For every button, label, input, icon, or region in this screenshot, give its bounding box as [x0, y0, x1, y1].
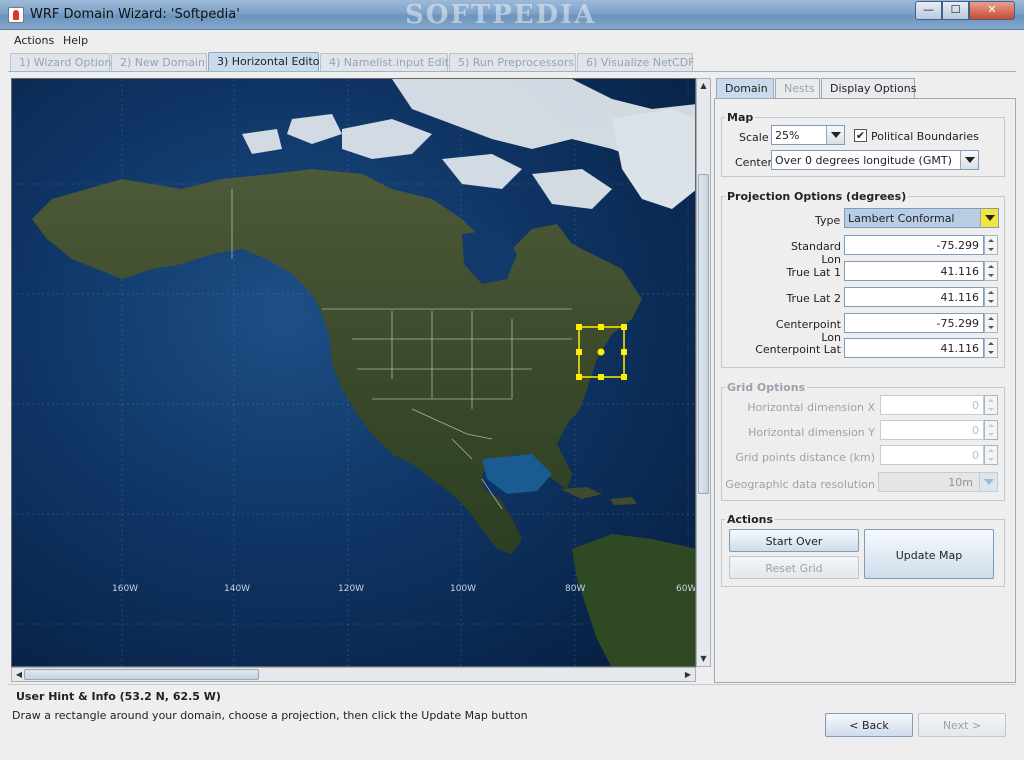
tab-divider: [8, 71, 1016, 72]
centerpoint-lat-label: Centerpoint Lat: [755, 343, 841, 356]
next-button[interactable]: Next >: [918, 713, 1006, 737]
close-button[interactable]: ✕: [969, 1, 1015, 20]
centerpoint-lon-spinner[interactable]: [984, 313, 998, 333]
map-canvas[interactable]: 160W 140W 120W 100W 80W 60W: [11, 78, 696, 667]
true-lat1-spinner[interactable]: [984, 261, 998, 281]
scroll-right-icon[interactable]: ▶: [681, 668, 695, 681]
horizontal-dim-y-field[interactable]: 0: [880, 420, 984, 440]
chevron-down-icon[interactable]: [826, 126, 844, 144]
projection-type-dropdown[interactable]: Lambert Conformal: [844, 208, 999, 228]
menu-actions[interactable]: Actions: [14, 34, 54, 47]
lon-label: 140W: [224, 584, 250, 594]
domain-options-panel: Domain Nests Display Options Map Scale 2…: [714, 78, 1016, 683]
menu-help[interactable]: Help: [63, 34, 88, 47]
tab-display-options[interactable]: Display Options: [821, 78, 917, 98]
centerpoint-lon-label: Centerpoint Lon: [775, 318, 841, 344]
horizontal-scroll-thumb[interactable]: [24, 669, 259, 680]
scroll-down-icon[interactable]: ▼: [697, 652, 710, 666]
horizontal-dim-x-spinner[interactable]: [984, 395, 998, 415]
true-lat2-field[interactable]: 41.116: [844, 287, 984, 307]
panel-body: Map Scale 25% ✔ Political Boundaries Cen…: [714, 98, 1016, 683]
menu-bar: Actions Help: [0, 31, 1024, 51]
standard-lon-spinner[interactable]: [984, 235, 998, 255]
map-vertical-scrollbar[interactable]: ▲ ▼: [696, 78, 711, 667]
back-button[interactable]: < Back: [825, 713, 913, 737]
geo-resolution-dropdown[interactable]: 10m: [878, 472, 998, 492]
true-lat1-label: True Lat 1: [786, 266, 841, 279]
lon-label: 100W: [450, 584, 476, 594]
north-america-landmass: [32, 169, 642, 554]
hint-text: Draw a rectangle around your domain, cho…: [12, 709, 528, 722]
center-dropdown[interactable]: Over 0 degrees longitude (GMT): [771, 150, 979, 170]
tab-new-domain[interactable]: 2) New Domain: [111, 53, 207, 71]
actions-group-title: Actions: [725, 513, 775, 526]
start-over-button[interactable]: Start Over: [729, 529, 859, 552]
hint-title: User Hint & Info (53.2 N, 62.5 W): [16, 690, 221, 703]
true-lat2-spinner[interactable]: [984, 287, 998, 307]
chevron-down-icon[interactable]: [960, 151, 978, 169]
reset-grid-button[interactable]: Reset Grid: [729, 556, 859, 579]
scale-label: Scale: [739, 131, 769, 144]
horizontal-dim-x-field[interactable]: 0: [880, 395, 984, 415]
true-lat1-field[interactable]: 41.116: [844, 261, 984, 281]
maximize-button[interactable]: ☐: [942, 1, 969, 20]
tab-wizard-option[interactable]: 1) Wizard Option: [10, 53, 112, 71]
world-map: 160W 140W 120W 100W 80W 60W: [12, 79, 696, 666]
tab-domain[interactable]: Domain: [716, 78, 774, 98]
centerpoint-lon-field[interactable]: -75.299: [844, 313, 984, 333]
grid-distance-field[interactable]: 0: [880, 445, 984, 465]
grid-group-title: Grid Options: [725, 381, 808, 394]
lon-label: 80W: [565, 584, 585, 594]
centerpoint-lat-spinner[interactable]: [984, 338, 998, 358]
vertical-scroll-thumb[interactable]: [698, 174, 709, 494]
update-map-button[interactable]: Update Map: [864, 529, 994, 579]
geo-resolution-label: Geographic data resolution: [725, 478, 875, 491]
type-label: Type: [815, 214, 841, 227]
tab-namelist-editor[interactable]: 4) Namelist.input Editor: [320, 53, 460, 71]
grid-distance-label: Grid points distance (km): [735, 451, 875, 464]
horizontal-dim-x-label: Horizontal dimension X: [747, 401, 875, 414]
chevron-down-icon[interactable]: [979, 473, 997, 491]
tab-visualize-netcdf[interactable]: 6) Visualize NetCDF: [577, 53, 695, 71]
grid-distance-spinner[interactable]: [984, 445, 998, 465]
centerpoint-lat-field[interactable]: 41.116: [844, 338, 984, 358]
greenland: [612, 109, 695, 209]
scale-value: 25%: [775, 129, 800, 142]
map-horizontal-scrollbar[interactable]: ◀ ▶: [11, 667, 696, 682]
bottom-divider: [8, 684, 1016, 685]
lon-label: 160W: [112, 584, 138, 594]
scale-dropdown[interactable]: 25%: [771, 125, 845, 145]
center-label: Center: [735, 156, 773, 169]
softpedia-watermark: SOFTPEDIA: [405, 0, 597, 30]
tab-nests[interactable]: Nests: [775, 78, 820, 98]
lon-label: 60W: [676, 584, 696, 594]
horizontal-dim-y-spinner[interactable]: [984, 420, 998, 440]
projection-type-value: Lambert Conformal: [848, 212, 955, 225]
horizontal-dim-y-label: Horizontal dimension Y: [748, 426, 875, 439]
title-bar: WRF Domain Wizard: 'Softpedia' SOFTPEDIA…: [0, 0, 1024, 30]
map-group-title: Map: [725, 111, 756, 124]
minimize-button[interactable]: —: [915, 1, 942, 20]
projection-group-title: Projection Options (degrees): [725, 190, 909, 203]
standard-lon-field[interactable]: -75.299: [844, 235, 984, 255]
south-america-landmass: [572, 534, 695, 666]
geo-resolution-value: 10m: [948, 476, 973, 489]
center-value: Over 0 degrees longitude (GMT): [775, 154, 952, 167]
tab-run-preprocessors[interactable]: 5) Run Preprocessors: [449, 53, 576, 71]
caribbean: [560, 487, 637, 505]
window-title: WRF Domain Wizard: 'Softpedia': [30, 7, 240, 22]
java-app-icon: [8, 7, 24, 23]
political-boundaries-label: Political Boundaries: [871, 130, 979, 143]
lon-label: 120W: [338, 584, 364, 594]
scroll-up-icon[interactable]: ▲: [697, 79, 710, 93]
political-boundaries-checkbox[interactable]: ✔: [854, 129, 867, 142]
true-lat2-label: True Lat 2: [786, 292, 841, 305]
tab-horizontal-editor[interactable]: 3) Horizontal Editor: [208, 52, 324, 72]
chevron-down-icon[interactable]: [980, 209, 998, 227]
standard-lon-label: Standard Lon: [790, 240, 841, 266]
